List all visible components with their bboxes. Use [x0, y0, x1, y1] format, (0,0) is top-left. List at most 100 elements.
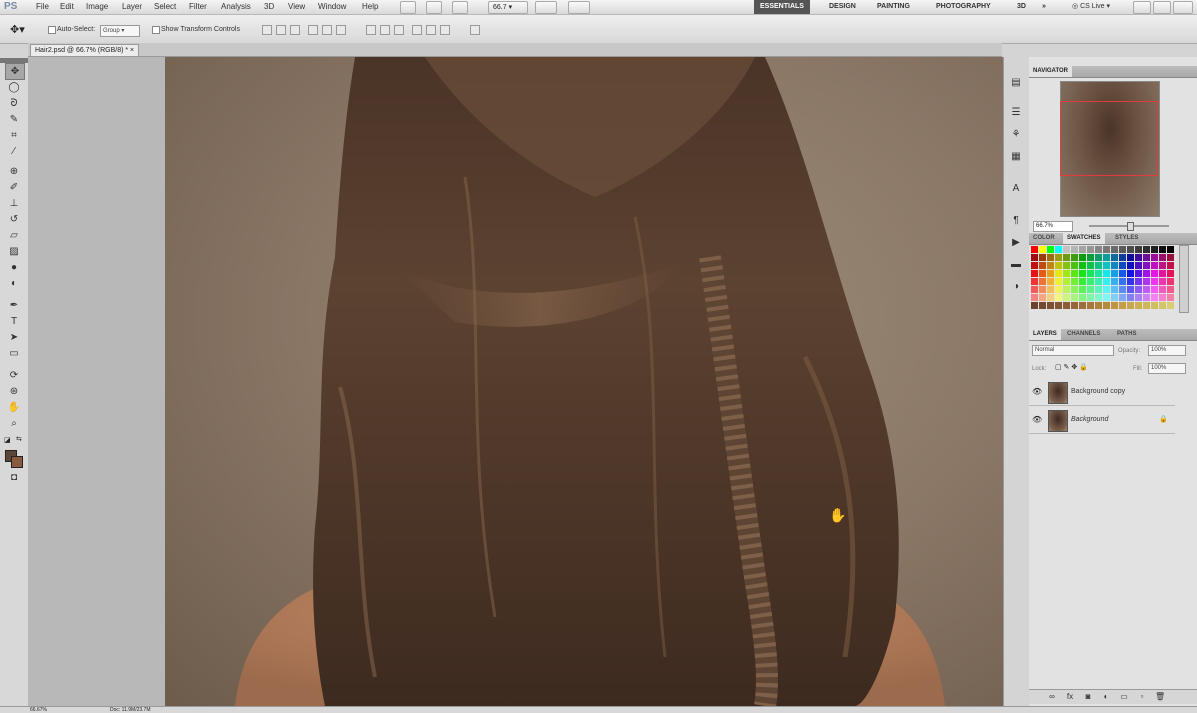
swatch[interactable]	[1079, 286, 1086, 293]
swatch[interactable]	[1151, 286, 1158, 293]
swatch[interactable]	[1119, 270, 1126, 277]
new-group-icon[interactable]: ▭	[1119, 692, 1129, 702]
swatch[interactable]	[1063, 262, 1070, 269]
swatch[interactable]	[1087, 270, 1094, 277]
swatch[interactable]	[1039, 246, 1046, 253]
swatch[interactable]	[1119, 254, 1126, 261]
swatch[interactable]	[1079, 270, 1086, 277]
swatch[interactable]	[1119, 294, 1126, 301]
move-tool-icon[interactable]: ✥	[5, 63, 25, 80]
tab-styles[interactable]: STYLES	[1111, 233, 1142, 244]
swatch[interactable]	[1119, 302, 1126, 309]
swatch[interactable]	[1047, 286, 1054, 293]
healing-brush-tool-icon[interactable]: ⊕	[5, 164, 23, 179]
distribute-left-icon[interactable]	[412, 25, 422, 35]
swatch[interactable]	[1071, 270, 1078, 277]
swatch[interactable]	[1103, 278, 1110, 285]
swatch[interactable]	[1079, 278, 1086, 285]
menu-select[interactable]: Select	[154, 0, 176, 14]
workspace-design[interactable]: DESIGN	[823, 0, 862, 14]
swatch[interactable]	[1119, 262, 1126, 269]
swatch[interactable]	[1127, 294, 1134, 301]
distribute-hcenter-icon[interactable]	[426, 25, 436, 35]
hand-tool-icon[interactable]: ✋	[5, 400, 23, 415]
swatch[interactable]	[1135, 270, 1142, 277]
swatch[interactable]	[1103, 270, 1110, 277]
swatch[interactable]	[1159, 246, 1166, 253]
adjustments-panel-icon[interactable]: ☰	[1009, 107, 1023, 119]
align-top-icon[interactable]	[262, 25, 272, 35]
swatch[interactable]	[1071, 278, 1078, 285]
swatch[interactable]	[1151, 246, 1158, 253]
swatch[interactable]	[1135, 278, 1142, 285]
mini-bridge-button[interactable]	[426, 1, 442, 14]
clone-source-icon[interactable]: ▦	[1009, 151, 1023, 163]
swatch[interactable]	[1087, 246, 1094, 253]
swatch[interactable]	[1063, 294, 1070, 301]
swatch[interactable]	[1167, 262, 1174, 269]
tab-paths[interactable]: PATHS	[1113, 329, 1140, 340]
actions-panel-icon[interactable]: ▶	[1009, 237, 1023, 249]
info-panel-icon[interactable]: ▬	[1009, 259, 1023, 271]
menu-analysis[interactable]: Analysis	[221, 0, 251, 14]
swatch[interactable]	[1063, 254, 1070, 261]
shape-tool-icon[interactable]: ▭	[5, 346, 23, 361]
swatch[interactable]	[1159, 262, 1166, 269]
distribute-right-icon[interactable]	[440, 25, 450, 35]
layer-row-background[interactable]: 👁 Background 🔒	[1029, 407, 1175, 434]
swatch[interactable]	[1111, 262, 1118, 269]
swatch[interactable]	[1127, 262, 1134, 269]
swatch[interactable]	[1079, 254, 1086, 261]
eraser-tool-icon[interactable]: ▱	[5, 228, 23, 243]
document-canvas[interactable]: ✋	[165, 57, 1003, 706]
swatch[interactable]	[1047, 270, 1054, 277]
swatch[interactable]	[1127, 278, 1134, 285]
menu-image[interactable]: Image	[86, 0, 108, 14]
swatch[interactable]	[1055, 278, 1062, 285]
swatch[interactable]	[1031, 262, 1038, 269]
swatch[interactable]	[1047, 246, 1054, 253]
cs-live-button[interactable]: ◎ CS Live ▾	[1072, 0, 1110, 14]
swatch[interactable]	[1135, 294, 1142, 301]
swatch[interactable]	[1111, 302, 1118, 309]
swatch[interactable]	[1119, 246, 1126, 253]
swatch[interactable]	[1095, 286, 1102, 293]
swatch[interactable]	[1167, 270, 1174, 277]
history-brush-tool-icon[interactable]: ↺	[5, 212, 23, 227]
swatch[interactable]	[1031, 294, 1038, 301]
crop-tool-icon[interactable]: ⌗	[5, 128, 23, 143]
swatch[interactable]	[1103, 246, 1110, 253]
tab-color[interactable]: COLOR	[1029, 233, 1059, 244]
swatch[interactable]	[1055, 246, 1062, 253]
swatch[interactable]	[1063, 286, 1070, 293]
zoom-level-dropdown[interactable]: 66.7 ▾	[488, 1, 528, 14]
marquee-tool-icon[interactable]: ◯	[5, 80, 23, 95]
distribute-bottom-icon[interactable]	[394, 25, 404, 35]
blur-tool-icon[interactable]: ●	[5, 260, 23, 275]
swatch[interactable]	[1103, 286, 1110, 293]
swatch[interactable]	[1055, 286, 1062, 293]
swatch[interactable]	[1087, 254, 1094, 261]
default-colors-icon[interactable]: ◪	[4, 436, 11, 444]
swatch[interactable]	[1055, 270, 1062, 277]
swatch[interactable]	[1087, 278, 1094, 285]
tab-navigator[interactable]: NAVIGATOR	[1029, 66, 1073, 77]
swatch[interactable]	[1159, 286, 1166, 293]
3d-panel-icon[interactable]: ◑	[1009, 281, 1023, 293]
lock-icons[interactable]: ▢ ✎ ✥ 🔒	[1055, 363, 1088, 371]
swatch[interactable]	[1039, 270, 1046, 277]
swatch[interactable]	[1135, 254, 1142, 261]
auto-select-dropdown[interactable]: Group ▾	[100, 25, 140, 37]
swatch[interactable]	[1055, 302, 1062, 309]
3d-orbit-tool-icon[interactable]: ⊛	[5, 384, 23, 399]
swatch[interactable]	[1159, 294, 1166, 301]
clone-stamp-tool-icon[interactable]: ⊥	[5, 196, 23, 211]
swatch[interactable]	[1151, 270, 1158, 277]
workspace-painting[interactable]: PAINTING	[871, 0, 916, 14]
swatch[interactable]	[1031, 270, 1038, 277]
swatch[interactable]	[1079, 302, 1086, 309]
swatch[interactable]	[1151, 254, 1158, 261]
menu-3d[interactable]: 3D	[264, 0, 274, 14]
swatch[interactable]	[1087, 286, 1094, 293]
swatch[interactable]	[1095, 254, 1102, 261]
